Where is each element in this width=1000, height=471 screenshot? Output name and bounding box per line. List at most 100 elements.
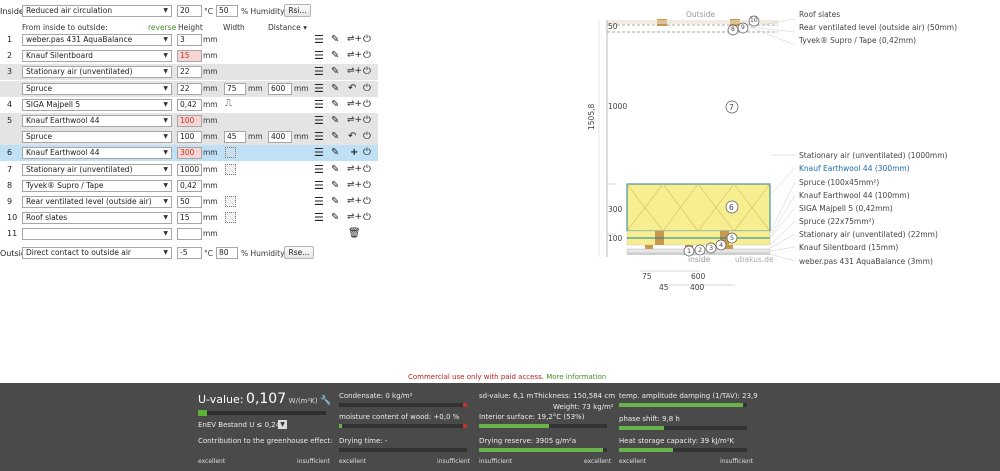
layer-height-input[interactable]: 22: [177, 83, 202, 95]
distance-header[interactable]: Distance ▾: [268, 23, 307, 32]
layer-material-select[interactable]: ▼: [22, 228, 172, 240]
layer-material-select[interactable]: Knauf Silentboard ▼: [22, 50, 172, 62]
menu-icon[interactable]: ☰: [314, 34, 324, 46]
layer-height-input[interactable]: 100: [177, 131, 202, 143]
layer-height-input[interactable]: 0,42: [177, 99, 202, 111]
pencil-icon[interactable]: ✎: [331, 131, 339, 143]
layer-height-input[interactable]: 3: [177, 34, 202, 46]
layer-material-select[interactable]: Rear ventilated level (outside air) ▼: [22, 196, 172, 208]
trash-icon[interactable]: 🗑: [348, 228, 361, 240]
insert-layer-icon[interactable]: ⇌+: [347, 179, 362, 191]
outside-temperature-input[interactable]: -5: [177, 247, 202, 259]
layer-material-select[interactable]: Stationary air (unventilated) ▼: [22, 164, 172, 176]
power-icon[interactable]: ⏻: [363, 83, 371, 95]
insert-layer-icon[interactable]: ⇌+: [347, 98, 362, 110]
inside-humidity-input[interactable]: 50: [216, 5, 238, 17]
dropdown-toggle-icon[interactable]: ▼: [278, 420, 287, 429]
add-inhomogeneous-icon[interactable]: [225, 147, 236, 158]
add-icon[interactable]: +: [350, 147, 358, 159]
pencil-icon[interactable]: ✎: [331, 196, 339, 208]
menu-icon[interactable]: ☰: [314, 66, 324, 78]
layer-height-input[interactable]: 15: [177, 212, 202, 224]
menu-icon[interactable]: ☰: [314, 99, 324, 111]
power-icon[interactable]: ⏻: [363, 66, 371, 78]
rsi-button[interactable]: Rsi...: [284, 4, 311, 17]
pencil-icon[interactable]: ✎: [331, 50, 339, 62]
power-icon[interactable]: ⏻: [363, 131, 371, 143]
layer-material-select[interactable]: Tyvek® Supro / Tape ▼: [22, 180, 172, 192]
membrane-icon[interactable]: ⎍: [225, 98, 232, 110]
pencil-icon[interactable]: ✎: [331, 99, 339, 111]
power-icon[interactable]: ⏻: [363, 196, 371, 208]
layer-material-select[interactable]: SIGA Majpell 5 ▼: [22, 99, 172, 111]
inside-condition-select[interactable]: Reduced air circulation ▼: [22, 5, 172, 17]
insert-layer-icon[interactable]: ⇌+: [347, 65, 362, 77]
pencil-icon[interactable]: ✎: [331, 147, 339, 159]
pencil-icon[interactable]: ✎: [331, 34, 339, 46]
layer-width-input[interactable]: 45: [224, 131, 246, 143]
insert-layer-icon[interactable]: ⇌+: [347, 211, 362, 223]
menu-icon[interactable]: ☰: [314, 212, 324, 224]
menu-icon[interactable]: ☰: [314, 115, 324, 127]
layer-material-select[interactable]: Stationary air (unventilated) ▼: [22, 66, 172, 78]
marker-9-text: 9: [741, 24, 745, 31]
reverse-link[interactable]: reverse: [148, 23, 176, 32]
pencil-icon[interactable]: ✎: [331, 66, 339, 78]
outside-humidity-input[interactable]: 80: [216, 247, 238, 259]
layer-material-select[interactable]: Roof slates ▼: [22, 212, 172, 224]
layer-distance-input[interactable]: 400: [268, 131, 292, 143]
menu-icon[interactable]: ☰: [314, 131, 324, 143]
power-icon[interactable]: ⏻: [363, 164, 371, 176]
power-icon[interactable]: ⏻: [363, 34, 371, 46]
layer-height-input[interactable]: 50: [177, 196, 202, 208]
more-information-link[interactable]: More information: [546, 373, 606, 381]
layer-height-input[interactable]: 0,42: [177, 180, 202, 192]
layer-height-input[interactable]: 15: [177, 50, 202, 62]
layer-material-select[interactable]: Knauf Earthwool 44 ▼: [22, 115, 172, 127]
insert-layer-icon[interactable]: ⇌+: [347, 195, 362, 207]
layer-height-input[interactable]: 100: [177, 115, 202, 127]
pencil-icon[interactable]: ✎: [331, 83, 339, 95]
power-icon[interactable]: ⏻: [363, 180, 371, 192]
label-earthwool-300[interactable]: Knauf Earthwool 44 (300mm): [799, 164, 910, 173]
add-inhomogeneous-icon[interactable]: [225, 164, 236, 175]
insert-layer-icon[interactable]: ⇌+: [347, 49, 362, 61]
inside-temperature-input[interactable]: 20: [177, 5, 202, 17]
add-inhomogeneous-icon[interactable]: [225, 196, 236, 207]
power-icon[interactable]: ⏻: [363, 99, 371, 111]
menu-icon[interactable]: ☰: [314, 83, 324, 95]
layer-height-input[interactable]: 1000: [177, 164, 202, 176]
power-icon[interactable]: ⏻: [363, 50, 371, 62]
add-inhomogeneous-icon[interactable]: [225, 212, 236, 223]
wrench-icon[interactable]: 🔧: [320, 396, 331, 406]
menu-icon[interactable]: ☰: [314, 147, 324, 159]
pencil-icon[interactable]: ✎: [331, 180, 339, 192]
pencil-icon[interactable]: ✎: [331, 212, 339, 224]
outside-condition-select[interactable]: Direct contact to outside air ▼: [22, 247, 172, 259]
pencil-icon[interactable]: ✎: [331, 115, 339, 127]
layer-height-input[interactable]: 22: [177, 66, 202, 78]
menu-icon[interactable]: ☰: [314, 196, 324, 208]
layer-material-select[interactable]: Knauf Earthwool 44 ▼: [22, 147, 172, 159]
power-icon[interactable]: ⏻: [363, 212, 371, 224]
layer-material-select[interactable]: Spruce ▼: [22, 131, 172, 143]
power-icon[interactable]: ⏻: [363, 115, 371, 127]
layer-height-input[interactable]: 300: [177, 147, 202, 159]
undo-icon[interactable]: ↶: [348, 83, 356, 95]
menu-icon[interactable]: ☰: [314, 164, 324, 176]
rse-button[interactable]: Rse...: [284, 246, 314, 259]
insert-layer-icon[interactable]: ⇌+: [347, 163, 362, 175]
insert-layer-icon[interactable]: ⇌+: [347, 114, 362, 126]
layer-width-input[interactable]: 75: [224, 83, 246, 95]
menu-icon[interactable]: ☰: [314, 50, 324, 62]
phase-shift-bar: [619, 426, 747, 430]
power-icon[interactable]: ⏻: [363, 147, 371, 159]
layer-distance-input[interactable]: 600: [268, 83, 292, 95]
menu-icon[interactable]: ☰: [314, 180, 324, 192]
insert-layer-icon[interactable]: ⇌+: [347, 33, 362, 45]
layer-material-select[interactable]: Spruce ▼: [22, 83, 172, 95]
undo-icon[interactable]: ↶: [348, 131, 356, 143]
layer-height-input[interactable]: [177, 228, 202, 240]
layer-material-select[interactable]: weber.pas 431 AquaBalance ▼: [22, 34, 172, 46]
pencil-icon[interactable]: ✎: [331, 164, 339, 176]
